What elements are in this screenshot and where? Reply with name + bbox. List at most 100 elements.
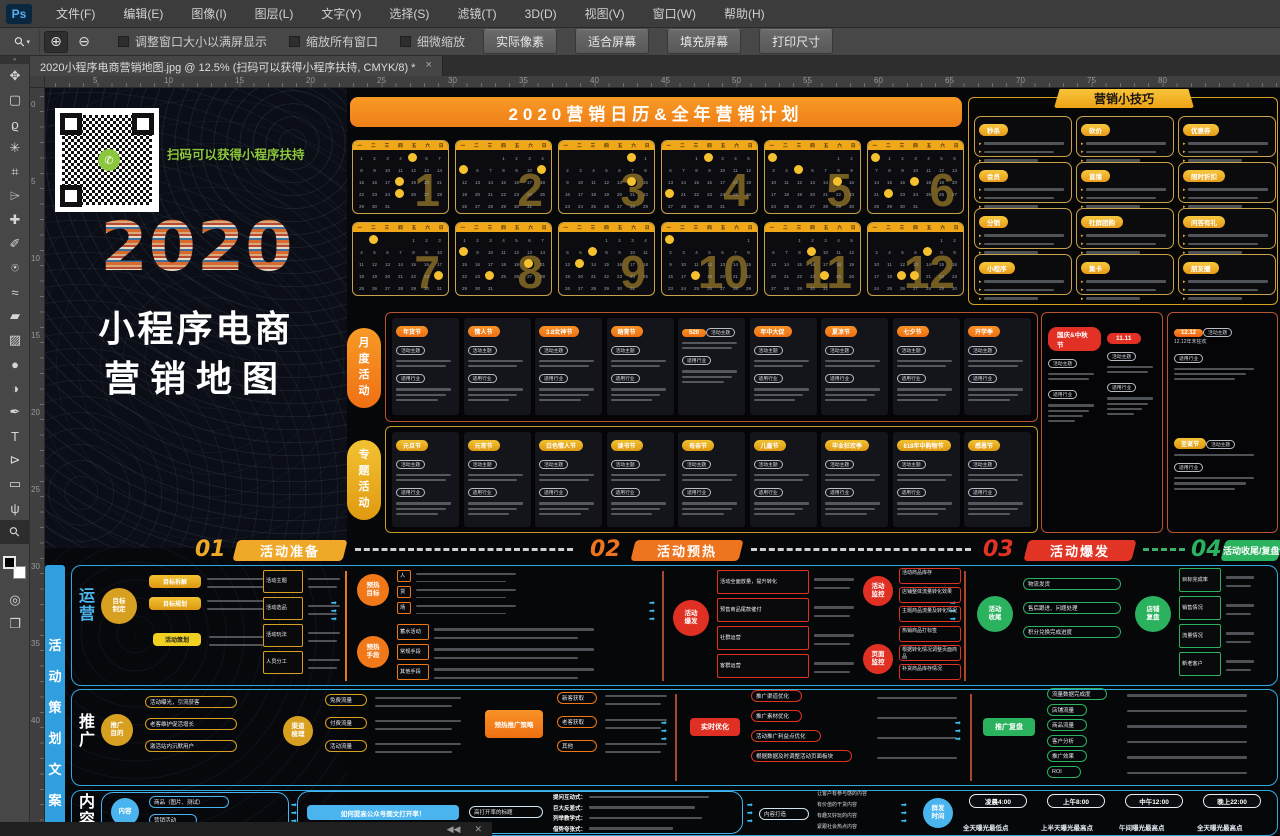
option-button-1[interactable]: 适合屏幕 [575, 29, 649, 54]
weekday-label: 二 [680, 143, 685, 149]
menu-item-1[interactable]: 编辑(E) [109, 0, 177, 28]
option-checkbox-0[interactable]: 调整窗口大小以满屏显示 [118, 33, 267, 50]
menu-item-2[interactable]: 图像(I) [177, 0, 240, 28]
move-tool[interactable]: ✥ [0, 64, 30, 88]
dodge-tool[interactable]: ◑ [0, 376, 30, 400]
text-line [308, 667, 337, 669]
checkbox-box[interactable] [118, 36, 129, 47]
background-window-bar[interactable]: ◀◀ ✕ [0, 822, 492, 836]
hand-tool[interactable]: ψ [0, 496, 30, 520]
text-line [1086, 188, 1166, 190]
eraser-tool[interactable]: ▰ [0, 304, 30, 328]
menu-item-9[interactable]: 窗口(W) [639, 0, 710, 28]
shape-tool[interactable]: ▭ [0, 472, 30, 496]
history-brush-tool[interactable]: ≈ [0, 280, 30, 304]
content-build-item-2: 有趣又好玩的内容 [817, 812, 857, 820]
zoom-in-button[interactable]: ⊕ [44, 31, 68, 53]
tag-theme: 活动主题 [468, 346, 497, 355]
window-control-icon-1[interactable]: ✕ [474, 824, 482, 835]
option-checkbox-1[interactable]: 缩放所有窗口 [289, 33, 378, 50]
headline-style-name: 提问互动式： [553, 793, 586, 801]
tip-label: 社群团购 [1081, 216, 1123, 228]
option-button-0[interactable]: 实际像素 [483, 29, 557, 54]
clone-stamp-tool[interactable]: ⍟ [0, 256, 30, 280]
warmup-goal-table-detail-0 [416, 570, 516, 582]
brush-tool[interactable]: ✐ [0, 232, 30, 256]
screen-mode-button[interactable]: ❐ [0, 612, 30, 636]
foreground-color-swatch[interactable] [3, 556, 16, 569]
highlight-date-dot [395, 189, 404, 198]
menu-item-0[interactable]: 文件(F) [42, 0, 109, 28]
menu-item-7[interactable]: 3D(D) [511, 0, 571, 28]
option-checkbox-2[interactable]: 细微缩放 [400, 33, 465, 50]
quick-mask-button[interactable]: ◎ [0, 588, 30, 612]
menu-item-10[interactable]: 帮助(H) [710, 0, 779, 28]
zoom-tool-chip[interactable]: ⚲▾ [6, 30, 40, 54]
highlight-date-dot [459, 247, 468, 256]
option-button-2[interactable]: 填充屏幕 [667, 29, 741, 54]
lasso-tool[interactable]: ϱ [0, 112, 30, 136]
ruler-number: 40 [590, 76, 599, 85]
page-monitor-item: 根据转化情况调整页面商品 [899, 645, 961, 661]
menu-bar: Ps 文件(F)编辑(E)图像(I)图层(L)文字(Y)选择(S)滤镜(T)3D… [0, 0, 1280, 28]
text-line [825, 508, 875, 510]
text-line [375, 728, 452, 730]
warmup-goal-table-detail-2 [416, 602, 516, 614]
menu-item-5[interactable]: 选择(S) [375, 0, 443, 28]
promo-title: 12.12 [1174, 329, 1203, 337]
text-line [1107, 408, 1142, 410]
checkbox-box[interactable] [289, 36, 300, 47]
flow-arrows-icon: ➡➡➡ [747, 802, 753, 825]
path-select-tool[interactable]: ⊳ [0, 448, 30, 472]
clone-stamp-icon: ⍟ [11, 260, 19, 276]
zoom-tool[interactable]: ⚲ [0, 520, 30, 544]
menu-item-3[interactable]: 图层(L) [241, 0, 308, 28]
text-line [1107, 403, 1148, 405]
tools-panel-header[interactable]: » [0, 56, 29, 64]
pill-headline-types: 高打开率的标题 [469, 806, 543, 818]
tab-close-icon[interactable]: × [425, 59, 431, 76]
text-line [396, 479, 446, 481]
realtime-notes-3 [877, 750, 957, 763]
burst-table-label-0: 活动全面放量，提升转化 [717, 570, 809, 594]
tag-industry: 适用行业 [468, 488, 497, 497]
weekday-label: 五 [515, 143, 520, 149]
text-line [754, 479, 804, 481]
tip-card-10: 集卡▸▸▸ [1076, 254, 1174, 295]
window-control-icon-0[interactable]: ◀◀ [447, 824, 461, 835]
blur-tool[interactable]: ● [0, 352, 30, 376]
zoom-out-button[interactable]: ⊖ [72, 31, 96, 53]
marquee-tool[interactable]: ▢ [0, 88, 30, 112]
pen-tool[interactable]: ✒ [0, 400, 30, 424]
highlight-date-dot [923, 247, 932, 256]
weekday-label: 六 [425, 225, 430, 231]
gradient-tool[interactable]: ▨ [0, 328, 30, 352]
op-prep-table-detail-1 [308, 597, 340, 620]
healing-brush-tool[interactable]: ✚ [0, 208, 30, 232]
text-line [308, 586, 337, 588]
op-prep-table-label-1: 活动选品 [263, 597, 303, 620]
text-line [825, 394, 875, 396]
highlight-date-dot [768, 153, 777, 162]
menu-item-4[interactable]: 文字(Y) [307, 0, 375, 28]
document-canvas[interactable]: ✆ 扫码可以获得小程序扶持 2020 小程序电商 营销地图 2020营销日历&全… [45, 88, 1280, 836]
text-line [605, 695, 667, 697]
ruler-number: 55 [803, 76, 812, 85]
menu-item-8[interactable]: 视图(V) [571, 0, 639, 28]
calendar-weekday-header: 一二三四五六日 [868, 223, 963, 232]
type-tool[interactable]: T [0, 424, 30, 448]
color-swatches[interactable] [3, 556, 29, 582]
crop-tool[interactable]: ⌗ [0, 160, 30, 184]
ruler-number: 40 [31, 716, 40, 725]
option-button-3[interactable]: 打印尺寸 [759, 29, 833, 54]
text-line [968, 502, 1023, 504]
text-line [682, 376, 732, 378]
menu-item-6[interactable]: 滤镜(T) [443, 0, 510, 28]
text-line [396, 474, 451, 476]
document-tab[interactable]: 2020小程序电商营销地图.jpg @ 12.5% (扫码可以获得小程序扶持, … [30, 56, 443, 76]
magic-wand-tool[interactable]: ✳ [0, 136, 30, 160]
text-line [1107, 413, 1134, 415]
eyedropper-tool[interactable]: ⌲ [0, 184, 30, 208]
ruler-number: 45 [661, 76, 670, 85]
checkbox-box[interactable] [400, 36, 411, 47]
